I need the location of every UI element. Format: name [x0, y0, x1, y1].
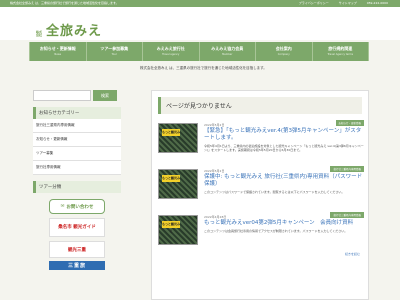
nav-sub: Travel Agency terms — [327, 53, 354, 56]
nav-label: 会社案内 — [275, 46, 292, 51]
nav-agency[interactable]: みえみえ旅行社 Travel agency — [143, 42, 200, 61]
nav-news[interactable]: お知らせ・更新情報 News — [29, 42, 87, 61]
tagline: 株式会社全旅みえ は、三重県の旅行社で旅行を通じた地域活性化を目指します。 — [140, 66, 267, 70]
top-info-bar: 株式会社全旅みえ は、三重県の旅行社で旅行を通じた地域活性化を目指します。 プラ… — [0, 0, 400, 7]
post-category-badge[interactable]: 旅行社三重県内専用情報 — [330, 212, 364, 218]
sitemap-link[interactable]: サイトマップ — [339, 0, 357, 7]
nav-label: 旅行規約関連 — [328, 46, 353, 51]
privacy-link[interactable]: プライバシーポリシー — [299, 0, 329, 7]
nav-label: みえみえ協力会員 — [211, 46, 244, 51]
logo-name: 全旅みえ — [46, 24, 103, 39]
top-links: プライバシーポリシー サイトマップ 059-222-0000 — [299, 0, 388, 7]
nav-sub: Travel agency — [162, 53, 180, 56]
category-item[interactable]: 旅行社専用情報 — [33, 161, 121, 175]
kanko-mie-banner[interactable]: 観光三重 — [49, 241, 105, 258]
category-item[interactable]: 旅行社三重県内専用情報 — [33, 119, 121, 133]
search-button[interactable]: 検索 — [93, 90, 117, 101]
thumb-label: もっと観光みえ — [162, 129, 181, 141]
page-title: ページが見つかりません — [158, 97, 362, 114]
search-form: 検索 — [33, 90, 121, 101]
logo-corp: 株式会社 — [36, 30, 43, 37]
category-heading: お知らせカテゴリー — [33, 107, 121, 119]
read-more-link[interactable]: 続きを読む — [160, 252, 360, 256]
site-logo[interactable]: 株式会社 全旅みえ — [36, 20, 102, 39]
nav-tour[interactable]: ツアー参加募集 Tour — [87, 42, 143, 61]
mie-tabi-banner[interactable]: 三重旅 — [49, 261, 105, 270]
thumb-label: もっと観光みえ — [162, 221, 181, 233]
nav-sub: Member — [222, 53, 233, 56]
post-item[interactable]: もっと観光みえ お知らせ・更新情報 2022年5月2日 【緊急】「もっと観光みえ… — [158, 120, 364, 160]
category-item[interactable]: ツアー募集 — [33, 147, 121, 161]
nav-label: みえみえ旅行社 — [156, 46, 185, 51]
contact-label: お問い合わせ — [66, 204, 94, 210]
sidebar: 検索 お知らせカテゴリー 旅行社三重県内専用情報 お知らせ・更新情報 ツアー募集… — [33, 90, 121, 300]
thumb-label: もっと観光みえ — [162, 175, 181, 187]
nav-label: ツアー参加募集 — [100, 46, 129, 51]
nav-sub: Company — [277, 53, 290, 56]
post-title[interactable]: 【緊急】「もっと観光みえver.4(第3弾5月キャンペーン」がスタートします。 — [204, 128, 364, 142]
post-excerpt: このコンテンツは会員旅行社専用の情報でアクセスが制限されています。パスワードを入… — [204, 229, 348, 233]
nav-sub: Tour — [111, 53, 117, 56]
main-content: ページが見つかりません もっと観光みえ お知らせ・更新情報 2022年5月2日 … — [151, 90, 369, 300]
phone-link[interactable]: 059-222-0000 — [367, 0, 388, 7]
search-input[interactable] — [33, 90, 91, 101]
post-item[interactable]: もっと観光みえ 旅行社三重県内専用情報 2022年5月2日 保護中: もっと観光… — [158, 166, 364, 206]
post-thumbnail[interactable]: もっと観光みえ — [158, 169, 198, 199]
post-excerpt: このコンテンツはパスワードで保護されています。閲覧するには以下にパスワードを入力… — [204, 190, 345, 194]
post-title[interactable]: 保護中: もっと観光みえ 旅行社(三重県内)専用資料（パスワード保護） — [204, 174, 364, 188]
contact-button[interactable]: ✉ お問い合わせ — [49, 199, 105, 214]
site-header: 株式会社 全旅みえ — [0, 7, 400, 40]
post-category-badge[interactable]: お知らせ・更新情報 — [335, 120, 364, 126]
post-thumbnail[interactable]: もっと観光みえ — [158, 215, 198, 245]
nav-label: お知らせ・更新情報 — [39, 46, 76, 51]
top-lead-text: 株式会社全旅みえ は、三重県の旅行社で旅行を通じた地域活性化を目指します。 — [10, 1, 119, 5]
category-item[interactable]: お知らせ・更新情報 — [33, 133, 121, 147]
post-title[interactable]: もっと観光みえver04第2弾5月キャンペーン 会員向け資料 — [204, 220, 364, 227]
kuwana-banner[interactable]: 桑名市 観光ガイド — [49, 218, 105, 237]
global-nav: お知らせ・更新情報 News ツアー参加募集 Tour みえみえ旅行社 Travel … — [29, 42, 369, 61]
post-category-badge[interactable]: 旅行社三重県内専用情報 — [330, 166, 364, 172]
post-item[interactable]: もっと観光みえ 旅行社三重県内専用情報 2022年4月28日 もっと観光みえve… — [158, 212, 364, 252]
nav-company[interactable]: 会社案内 Company — [256, 42, 313, 61]
nav-member[interactable]: みえみえ協力会員 Member — [200, 42, 256, 61]
post-thumbnail[interactable]: もっと観光みえ — [158, 123, 198, 153]
post-excerpt: 令和5年4月1日より、三重県内の宿泊施設を対象とした観光キャンペーン「もっと観光… — [204, 144, 364, 152]
category-list: 旅行社三重県内専用情報 お知らせ・更新情報 ツアー募集 旅行社専用情報 — [33, 119, 121, 175]
mail-icon: ✉ — [60, 204, 65, 209]
tour-heading: ツアー分類 — [33, 181, 121, 193]
nav-sub: News — [54, 53, 62, 56]
nav-terms[interactable]: 旅行規約関連 Travel Agency terms — [313, 42, 369, 61]
